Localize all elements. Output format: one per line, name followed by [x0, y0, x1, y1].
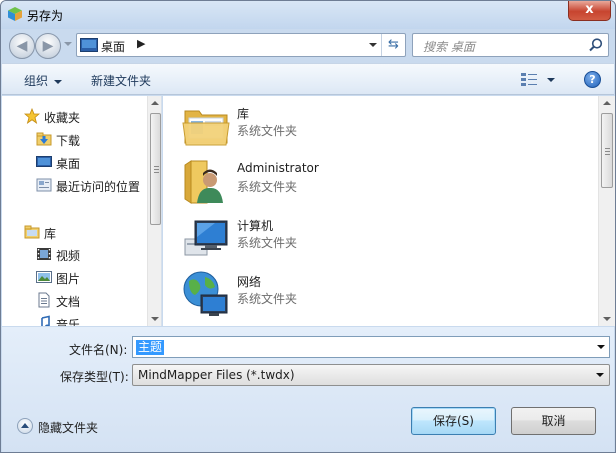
computer-icon [184, 220, 228, 256]
star-icon [24, 108, 40, 124]
filename-value[interactable]: 主题 [136, 340, 165, 355]
scroll-up-icon[interactable] [151, 101, 159, 105]
nav-item-label: 图片 [56, 272, 81, 286]
search-icon[interactable] [588, 37, 604, 53]
file-type: 系统文件夹 [237, 292, 298, 306]
scroll-down-icon[interactable] [603, 317, 611, 321]
user-folder-icon [184, 160, 223, 204]
file-list: 库 系统文件夹 Administrator 系统文件夹 计算机 系统文件夹 网络… [163, 96, 615, 326]
view-options-icon[interactable] [521, 73, 537, 87]
address-location[interactable]: 桌面 [101, 38, 125, 55]
grip-line [154, 172, 159, 173]
organize-label: 组织 [24, 74, 49, 88]
nav-item-label: 库 [44, 227, 57, 241]
download-folder-icon [36, 132, 52, 146]
nav-item-label: 下载 [56, 134, 81, 148]
music-icon [41, 315, 50, 326]
chevron-up-icon[interactable] [17, 418, 33, 434]
hide-folders-label[interactable]: 隐藏文件夹 [38, 419, 98, 436]
file-item-computer[interactable]: 计算机 系统文件夹 [181, 213, 481, 265]
file-item-library[interactable]: 库 系统文件夹 [181, 101, 481, 153]
navigation-pane: 收藏夹 下载 桌面 最近访问的位置 库 视频 图片 文档 音乐 [2, 96, 162, 326]
filetype-dropdown-icon[interactable] [596, 373, 604, 377]
nav-item-label: 文档 [56, 295, 81, 309]
recent-places-icon [36, 178, 52, 192]
file-type: 系统文件夹 [237, 180, 298, 194]
file-item-administrator[interactable]: Administrator 系统文件夹 [181, 157, 481, 209]
document-icon [38, 292, 50, 308]
desktop-icon [36, 156, 52, 167]
library-folder-icon [182, 110, 230, 146]
nav-item-label: 收藏夹 [44, 111, 81, 125]
network-icon [183, 271, 228, 316]
nav-item-label: 音乐 [56, 318, 81, 326]
help-icon[interactable]: ? [584, 71, 601, 88]
close-button[interactable]: x [568, 1, 611, 21]
title-bar[interactable]: 另存为 x [1, 1, 615, 29]
chevron-down-icon [54, 79, 63, 84]
file-type: 系统文件夹 [237, 236, 298, 250]
nav-item-label: 桌面 [56, 157, 81, 171]
command-bar: 组织 新建文件夹 ? [2, 63, 614, 95]
address-dropdown[interactable] [369, 43, 377, 47]
app-cube-icon [8, 7, 22, 21]
file-type: 系统文件夹 [237, 124, 298, 138]
grip-line [154, 169, 159, 170]
filetype-label: 保存类型(T): [60, 370, 129, 384]
file-name: 计算机 [237, 219, 274, 233]
filename-dropdown-icon[interactable] [597, 345, 605, 349]
filename-label: 文件名(N): [69, 343, 128, 357]
refresh-button[interactable]: ⇆ [381, 34, 405, 56]
organize-button[interactable]: 组织 [24, 72, 63, 89]
scrollbar-thumb[interactable] [601, 113, 613, 188]
grip-line [605, 148, 610, 149]
save-options-panel: 文件名(N): 主题 保存类型(T): MindMapper Files (*.… [2, 327, 614, 452]
recent-pages-dropdown[interactable] [64, 42, 72, 46]
grip-line [154, 166, 159, 167]
save-as-dialog: 另存为 x ◀ ▶ 桌面 ▶ ⇆ 搜索 桌面 组织 新建文件夹 ? 收藏夹 下载… [0, 0, 616, 453]
file-name: Administrator [237, 161, 319, 175]
nav-pane-scrollbar[interactable] [147, 96, 161, 326]
search-placeholder[interactable]: 搜索 桌面 [423, 38, 475, 55]
forward-button[interactable]: ▶ [35, 33, 61, 59]
cancel-button[interactable]: 取消 [511, 407, 596, 435]
view-dropdown-icon[interactable] [547, 78, 555, 82]
scroll-down-icon[interactable] [151, 317, 159, 321]
save-button[interactable]: 保存(S) [411, 407, 496, 435]
picture-icon [36, 271, 52, 283]
library-icon [24, 225, 40, 239]
search-input[interactable]: 搜索 桌面 [412, 33, 609, 57]
chevron-right-icon[interactable]: ▶ [137, 37, 145, 50]
filename-field[interactable]: 主题 [132, 336, 610, 358]
video-icon [37, 248, 51, 260]
scrollbar-thumb[interactable] [150, 113, 161, 225]
grip-line [605, 154, 610, 155]
back-button[interactable]: ◀ [9, 33, 35, 59]
file-list-scrollbar[interactable] [598, 96, 615, 326]
file-name: 库 [237, 107, 250, 121]
filetype-select[interactable]: MindMapper Files (*.twdx) [132, 364, 610, 386]
file-item-network[interactable]: 网络 系统文件夹 [181, 269, 481, 321]
nav-item-label: 视频 [56, 249, 81, 263]
new-folder-button[interactable]: 新建文件夹 [91, 72, 151, 89]
address-bar[interactable]: 桌面 ▶ ⇆ [76, 33, 406, 57]
desktop-icon [80, 38, 98, 52]
grip-line [605, 151, 610, 152]
navigation-row: ◀ ▶ 桌面 ▶ ⇆ 搜索 桌面 [1, 29, 615, 63]
nav-item-label: 最近访问的位置 [56, 180, 141, 194]
file-name: 网络 [237, 275, 262, 289]
scroll-up-icon[interactable] [603, 101, 611, 105]
window-title: 另存为 [27, 9, 64, 23]
filetype-value: MindMapper Files (*.twdx) [138, 368, 295, 382]
